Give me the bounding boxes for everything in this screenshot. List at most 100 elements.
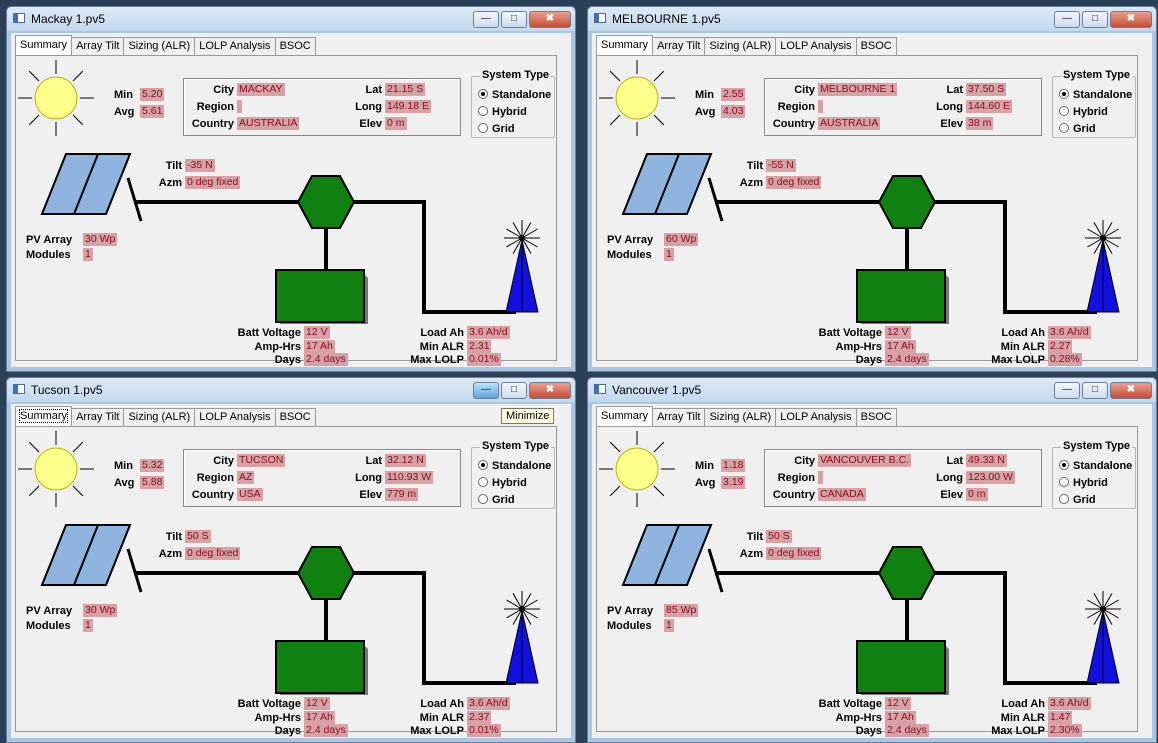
avg-label: Avg xyxy=(114,477,135,489)
wire-controller-to-load xyxy=(350,200,516,314)
radio-selected-icon xyxy=(478,89,488,99)
radio-standalone[interactable]: Standalone xyxy=(1059,460,1132,472)
window-titlebar[interactable]: Vancouver 1.pv5 — □ ✖ xyxy=(588,378,1156,402)
tab-array-tilt[interactable]: Array Tilt xyxy=(71,37,125,55)
pv-window-1[interactable]: MELBOURNE 1.pv5 — □ ✖ Summary Array Tilt S… xyxy=(587,6,1157,372)
maximize-button[interactable]: □ xyxy=(501,382,527,399)
tab-summary[interactable]: Summary xyxy=(15,406,73,426)
tab-array-tilt[interactable]: Array Tilt xyxy=(652,408,706,426)
minimize-button[interactable]: — xyxy=(1054,11,1080,28)
tab-label: Sizing (ALR) xyxy=(709,40,772,52)
pv-window-0[interactable]: Mackay 1.pv5 — □ ✖ Summary Array Tilt Sizi… xyxy=(6,6,576,372)
tab-label: LOLP Analysis xyxy=(199,411,271,423)
pv-array-value: 60 Wp xyxy=(664,233,699,246)
country-value: USA xyxy=(237,488,263,501)
sun-icon xyxy=(599,431,675,507)
amp-hrs-label: Amp-Hrs xyxy=(254,712,301,724)
avg-label: Avg xyxy=(114,106,135,118)
country-label: Country xyxy=(772,118,815,130)
tab-strip: Summary Array Tilt Sizing (ALR) LOLP Analys… xyxy=(596,406,897,428)
tab-bsoc[interactable]: BSOC xyxy=(855,37,897,55)
region-value xyxy=(818,100,823,113)
radio-hybrid[interactable]: Hybrid xyxy=(478,106,527,118)
pv-array-value: 30 Wp xyxy=(83,604,118,617)
system-type-title: System Type xyxy=(1061,69,1133,81)
tab-summary[interactable]: Summary xyxy=(596,406,654,426)
azm-label: Azm xyxy=(739,548,763,560)
close-button[interactable]: ✖ xyxy=(529,382,571,399)
radio-selected-icon xyxy=(1059,460,1069,470)
close-button[interactable]: ✖ xyxy=(1110,11,1152,28)
radio-standalone[interactable]: Standalone xyxy=(478,460,551,472)
radio-icon xyxy=(478,477,488,487)
tab-sizing-alr[interactable]: Sizing (ALR) xyxy=(704,37,777,55)
charge-controller-icon xyxy=(877,175,937,229)
long-value: 144.60 E xyxy=(966,100,1013,113)
radio-grid[interactable]: Grid xyxy=(1059,123,1096,135)
radio-grid[interactable]: Grid xyxy=(478,494,515,506)
maximize-button[interactable]: □ xyxy=(501,11,527,28)
close-button[interactable]: ✖ xyxy=(529,11,571,28)
modules-value: 1 xyxy=(664,248,674,261)
radio-grid[interactable]: Grid xyxy=(1059,494,1096,506)
tab-summary[interactable]: Summary xyxy=(596,35,654,55)
tab-label: LOLP Analysis xyxy=(780,411,852,423)
radio-selected-icon xyxy=(1059,89,1069,99)
minimize-button[interactable]: — xyxy=(473,11,499,28)
tab-lolp-analysis[interactable]: LOLP Analysis xyxy=(194,37,276,55)
tab-lolp-analysis[interactable]: LOLP Analysis xyxy=(775,37,857,55)
tab-sizing-alr[interactable]: Sizing (ALR) xyxy=(123,408,196,426)
radio-hybrid-label: Hybrid xyxy=(492,106,527,118)
tab-bsoc[interactable]: BSOC xyxy=(855,408,897,426)
charge-controller-icon xyxy=(296,175,356,229)
tab-bsoc[interactable]: BSOC xyxy=(274,408,316,426)
avg-label: Avg xyxy=(695,106,716,118)
minimize-button[interactable]: — xyxy=(473,382,499,399)
radio-standalone-label: Standalone xyxy=(1073,89,1133,101)
radio-hybrid[interactable]: Hybrid xyxy=(478,477,527,489)
radio-hybrid[interactable]: Hybrid xyxy=(1059,106,1108,118)
tab-summary[interactable]: Summary xyxy=(15,35,73,55)
lat-label: Lat xyxy=(365,455,383,467)
long-label: Long xyxy=(355,472,382,484)
long-label: Long xyxy=(936,101,963,113)
window-titlebar[interactable]: MELBOURNE 1.pv5 — □ ✖ xyxy=(588,7,1156,31)
azm-label: Azm xyxy=(739,177,763,189)
load-beacon-icon xyxy=(1085,591,1121,684)
radio-standalone[interactable]: Standalone xyxy=(478,89,551,101)
pv-window-3[interactable]: Vancouver 1.pv5 — □ ✖ Summary Array Tilt S… xyxy=(587,377,1157,743)
min-alr-label: Min ALR xyxy=(1000,341,1045,353)
maximize-button[interactable]: □ xyxy=(1082,11,1108,28)
tab-sizing-alr[interactable]: Sizing (ALR) xyxy=(123,37,196,55)
country-label: Country xyxy=(772,489,815,501)
tab-array-tilt[interactable]: Array Tilt xyxy=(71,408,125,426)
tab-lolp-analysis[interactable]: LOLP Analysis xyxy=(194,408,276,426)
battery-icon xyxy=(275,269,368,324)
modules-label: Modules xyxy=(607,620,652,632)
modules-value: 1 xyxy=(83,248,93,261)
minimize-button[interactable]: — xyxy=(1054,382,1080,399)
window-titlebar[interactable]: Mackay 1.pv5 — □ ✖ xyxy=(7,7,575,31)
tilt-label: Tilt xyxy=(746,160,763,172)
radio-hybrid[interactable]: Hybrid xyxy=(1059,477,1108,489)
radio-standalone[interactable]: Standalone xyxy=(1059,89,1132,101)
tab-label: BSOC xyxy=(279,411,311,423)
tab-array-tilt[interactable]: Array Tilt xyxy=(652,37,706,55)
elev-label: Elev xyxy=(359,118,382,130)
max-lolp-value: 0.28% xyxy=(1048,353,1082,366)
pv-window-2[interactable]: Tucson 1.pv5 — □ ✖ Summary Array Tilt Sizi… xyxy=(6,377,576,743)
max-lolp-label: Max LOLP xyxy=(991,354,1045,366)
close-button[interactable]: ✖ xyxy=(1110,382,1152,399)
battery-icon xyxy=(275,640,368,695)
maximize-button[interactable]: □ xyxy=(1082,382,1108,399)
radio-grid[interactable]: Grid xyxy=(478,123,515,135)
window-title: Vancouver 1.pv5 xyxy=(612,383,702,397)
tab-bsoc[interactable]: BSOC xyxy=(274,37,316,55)
tab-lolp-analysis[interactable]: LOLP Analysis xyxy=(775,408,857,426)
tilt-value: -55 N xyxy=(766,159,796,172)
system-type-title: System Type xyxy=(480,440,552,452)
window-titlebar[interactable]: Tucson 1.pv5 — □ ✖ xyxy=(7,378,575,402)
region-value xyxy=(237,100,242,113)
min-value: 1.18 xyxy=(721,459,746,472)
tab-sizing-alr[interactable]: Sizing (ALR) xyxy=(704,408,777,426)
